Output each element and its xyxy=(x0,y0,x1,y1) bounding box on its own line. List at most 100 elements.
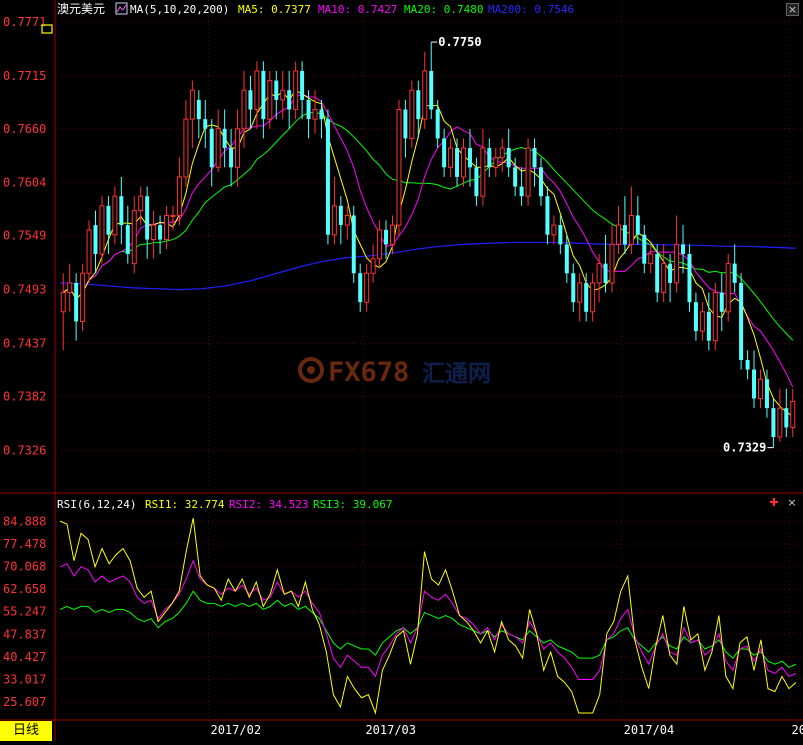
candle xyxy=(99,196,105,264)
candle-body xyxy=(209,128,214,168)
candle-body xyxy=(86,229,92,274)
candle xyxy=(261,61,266,139)
candle-body xyxy=(699,311,705,332)
candle xyxy=(86,220,92,283)
candle xyxy=(145,186,150,259)
chart-stage[interactable]: FX678 汇通网 0.7771 0.7715 0.7660 0.7604 0.7549… xyxy=(0,0,803,741)
price-tick-label: 0.7660 xyxy=(3,122,46,136)
rsi-tick-label: 55.247 xyxy=(3,605,46,619)
period-tab-daily[interactable]: 日线 xyxy=(0,721,52,741)
candle-body xyxy=(558,225,563,245)
candle xyxy=(203,99,208,149)
rsi2-value: RSI2: 34.523 xyxy=(229,498,308,511)
candle xyxy=(706,292,711,351)
candle-body xyxy=(416,90,421,120)
candle xyxy=(325,109,330,245)
candle xyxy=(493,148,499,177)
chart-canvas[interactable]: FX678 汇通网 0.7771 0.7715 0.7660 0.7604 0.7549… xyxy=(0,0,803,741)
candle-body xyxy=(628,214,634,245)
rsi-tick-label: 25.607 xyxy=(3,695,46,709)
candle-body xyxy=(389,224,395,245)
candle xyxy=(80,263,86,332)
candle xyxy=(300,61,305,120)
candle xyxy=(687,244,692,312)
rsi-axis-labels: 84.888 77.478 70.068 62.658 55.247 47.837 40.4… xyxy=(3,514,46,708)
candle xyxy=(125,205,130,264)
candle-body xyxy=(60,292,66,313)
candle-body xyxy=(377,229,383,260)
rsi-lines xyxy=(59,517,797,715)
line-chart-icon xyxy=(115,2,128,15)
plus-icon[interactable]: ✚ xyxy=(768,497,780,509)
candle-body xyxy=(138,195,144,212)
candle xyxy=(790,388,796,438)
ma200-line xyxy=(59,241,797,291)
candle xyxy=(67,263,73,312)
candle xyxy=(461,138,467,187)
rsi-series-1 xyxy=(59,517,797,715)
price-tick-label: 0.7549 xyxy=(3,229,46,243)
candle xyxy=(106,196,111,254)
candle-body xyxy=(771,408,776,438)
candle xyxy=(254,61,260,129)
candle-body xyxy=(752,369,757,399)
candle-body xyxy=(648,253,654,265)
candle xyxy=(752,350,757,409)
candle-body xyxy=(745,359,750,370)
price-tick-label: 0.7604 xyxy=(3,176,46,190)
rsi-tick-label: 70.068 xyxy=(3,560,46,574)
candle-body xyxy=(106,205,111,235)
candle xyxy=(628,186,634,254)
candle-body xyxy=(312,109,318,120)
candle-body xyxy=(119,196,124,226)
candle-body xyxy=(170,214,176,217)
close-icon[interactable]: × xyxy=(786,3,799,16)
candle xyxy=(577,273,583,322)
candle-body xyxy=(622,225,627,245)
candle-body xyxy=(176,176,182,216)
candle xyxy=(429,42,434,120)
candle xyxy=(699,302,705,341)
candle-body xyxy=(777,407,783,438)
high-label: 0.7750 xyxy=(438,35,481,49)
candle-body xyxy=(203,119,208,129)
price-axis-labels: 0.7771 0.7715 0.7660 0.7604 0.7549 0.7493 0.74… xyxy=(3,15,46,458)
candle-body xyxy=(358,273,363,303)
candle-body xyxy=(429,70,434,110)
candle-body xyxy=(642,234,647,264)
rsi-tick-label: 62.658 xyxy=(3,582,46,596)
high-annotation: 0.7750 xyxy=(431,35,482,49)
candle-body xyxy=(584,282,589,312)
date-tick-label: 2017/03 xyxy=(365,723,416,737)
candle xyxy=(74,273,79,341)
candle-body xyxy=(338,205,343,226)
candle-body xyxy=(280,89,286,101)
rsi3-value: RSI3: 39.067 xyxy=(313,498,392,511)
candle xyxy=(551,215,557,245)
candle-body xyxy=(687,254,692,303)
candle xyxy=(480,128,486,206)
candle xyxy=(725,254,731,322)
candle-body xyxy=(532,148,537,168)
candle-body xyxy=(319,109,324,120)
candle xyxy=(693,292,698,341)
candle-body xyxy=(493,157,499,168)
candle xyxy=(487,138,492,177)
candle-body xyxy=(241,89,247,130)
watermark-sub: 汇通网 xyxy=(422,361,491,387)
candle xyxy=(351,205,356,283)
candle xyxy=(396,99,402,235)
candle-body xyxy=(719,292,724,312)
candle-body xyxy=(370,258,376,274)
candle xyxy=(176,157,182,226)
rsi-tick-label: 47.837 xyxy=(3,627,46,641)
candle-body xyxy=(525,147,531,197)
price-tick-label: 0.7493 xyxy=(3,283,46,297)
candle-body xyxy=(764,379,769,409)
close-icon[interactable]: × xyxy=(786,497,798,509)
candle xyxy=(196,90,201,139)
candle xyxy=(571,263,576,312)
rsi-series-2 xyxy=(59,559,797,680)
candle xyxy=(455,138,460,187)
symbol-name: 澳元美元 xyxy=(57,2,105,16)
